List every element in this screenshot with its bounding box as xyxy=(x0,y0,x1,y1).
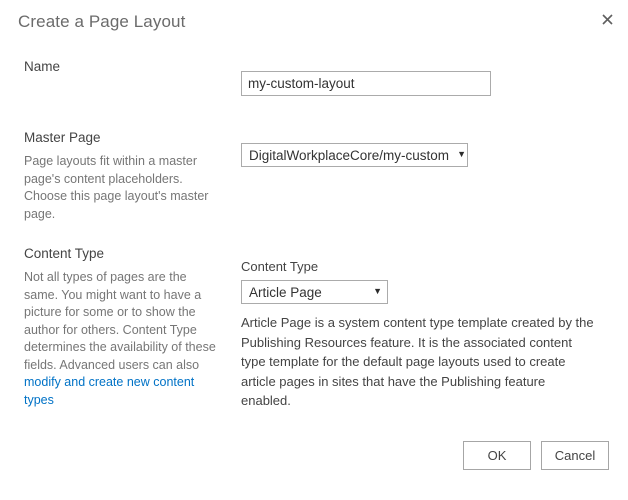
content-type-select[interactable]: Article Page ▼ xyxy=(241,280,388,304)
master-page-label-column: Master Page Page layouts fit within a ma… xyxy=(24,129,220,223)
master-page-select[interactable]: DigitalWorkplaceCore/my-custom ▼ xyxy=(241,143,468,167)
content-type-description: Not all types of pages are the same. You… xyxy=(24,269,220,409)
master-page-description: Page layouts fit within a master page's … xyxy=(24,154,209,221)
page-title: Create a Page Layout xyxy=(18,12,186,31)
name-input-column xyxy=(241,71,611,96)
name-field-title: Name xyxy=(24,59,61,74)
chevron-down-icon: ▼ xyxy=(373,285,382,296)
cancel-button[interactable]: Cancel xyxy=(541,441,609,470)
master-page-select-column: DigitalWorkplaceCore/my-custom ▼ xyxy=(241,143,611,167)
content-type-select-column: Content Type Article Page ▼ Article Page… xyxy=(241,258,611,411)
content-type-select-value: Article Page xyxy=(249,284,322,300)
dialog-footer: OK Cancel xyxy=(0,441,628,471)
ok-button[interactable]: OK xyxy=(463,441,531,470)
content-type-description-text: Not all types of pages are the same. You… xyxy=(24,270,216,372)
name-label-column: Name xyxy=(24,58,220,82)
close-icon[interactable] xyxy=(596,8,618,30)
content-type-selected-description: Article Page is a system content type te… xyxy=(241,315,594,408)
master-page-select-value: DigitalWorkplaceCore/my-custom xyxy=(249,147,450,163)
name-input[interactable] xyxy=(241,71,491,96)
modify-content-types-link[interactable]: modify and create new content types xyxy=(24,375,194,407)
chevron-down-icon: ▼ xyxy=(457,148,466,159)
content-type-label-column: Content Type Not all types of pages are … xyxy=(24,245,220,409)
content-type-sub-label: Content Type xyxy=(241,259,319,274)
master-page-field-title: Master Page xyxy=(24,130,101,145)
content-type-field-title: Content Type xyxy=(24,246,105,261)
create-page-layout-dialog: Create a Page Layout Name Master Page Pa… xyxy=(0,0,628,500)
